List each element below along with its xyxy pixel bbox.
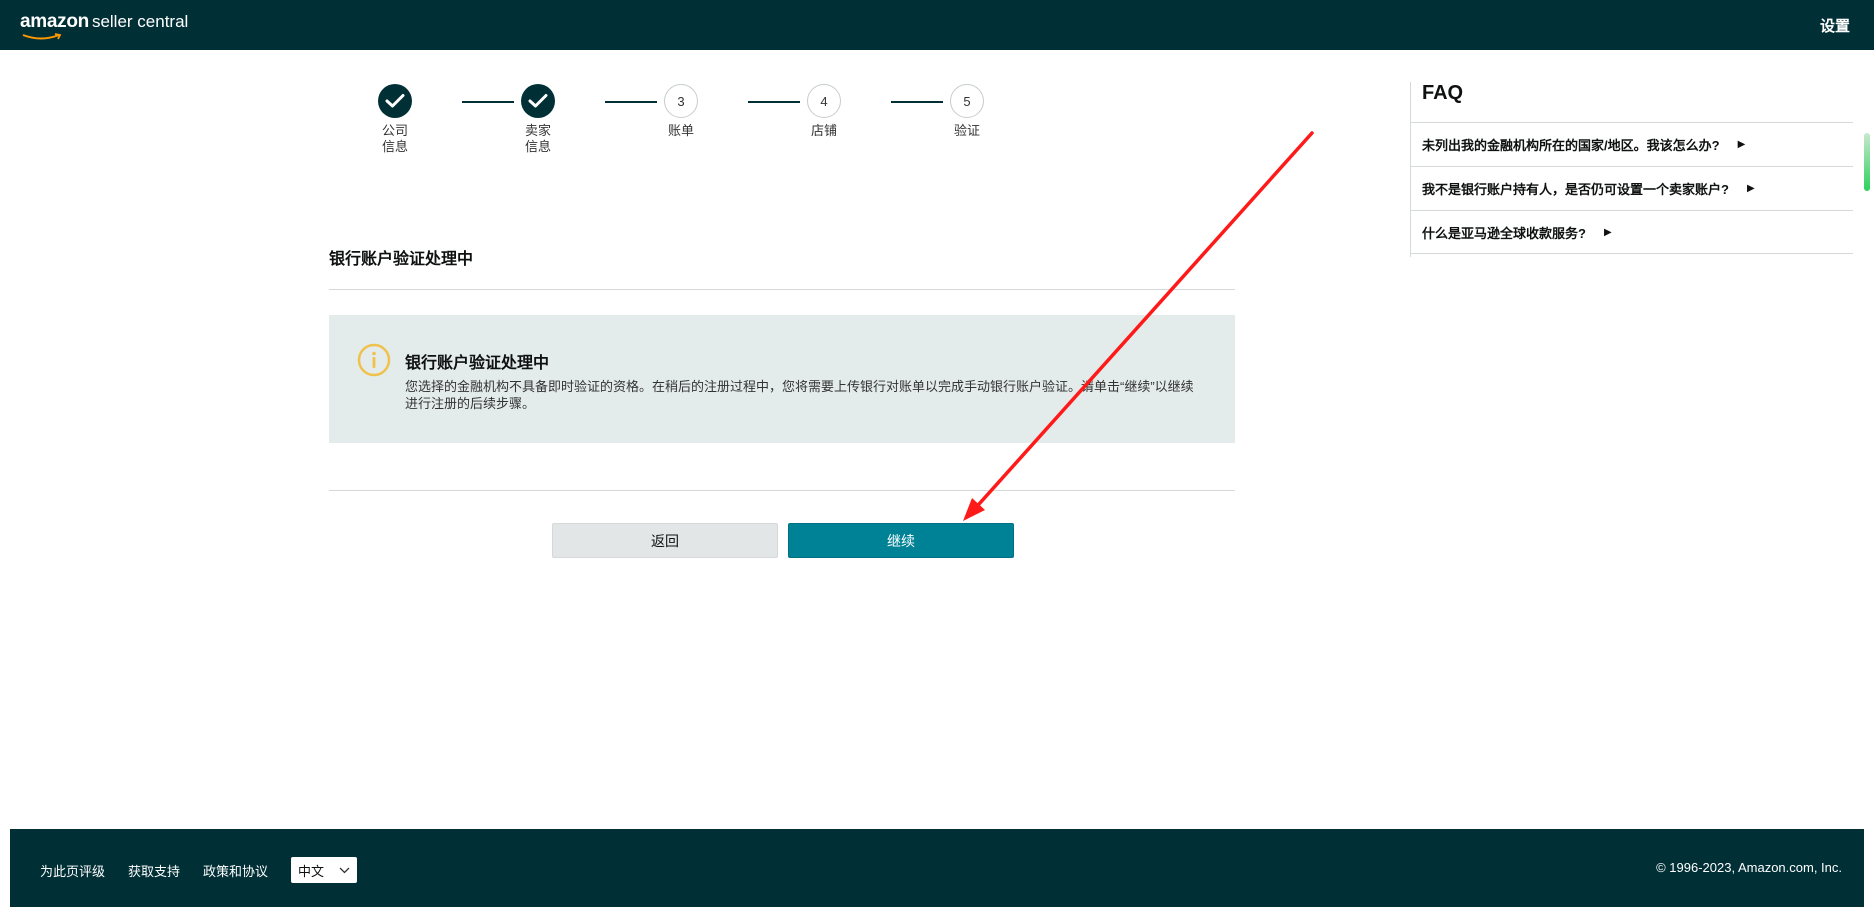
step-number: 5 <box>950 84 984 118</box>
checkmark-icon <box>521 84 555 118</box>
faq-item[interactable]: 我不是银行账户持有人，是否仍可设置一个卖家账户? ▶ <box>1410 166 1853 210</box>
expand-triangle-icon: ▶ <box>1746 183 1755 194</box>
checkmark-icon <box>378 84 412 118</box>
step-label: 卖家信息 <box>524 123 551 154</box>
faq-item[interactable]: 什么是亚马逊全球收款服务? ▶ <box>1410 210 1853 254</box>
step-label: 验证 <box>953 123 980 138</box>
copyright: © 1996-2023, Amazon.com, Inc. <box>1656 860 1842 875</box>
faq-title: FAQ <box>1422 82 1464 104</box>
step-verification: 5 验证 <box>927 84 1007 139</box>
faq-question: 未列出我的金融机构所在的国家/地区。我该怎么办? <box>1422 138 1720 153</box>
alert-title: 银行账户验证处理中 <box>405 355 550 372</box>
expand-triangle-icon: ▶ <box>1603 226 1612 238</box>
amazon-smile-icon <box>22 33 62 40</box>
step-number: 3 <box>664 84 698 118</box>
settings-link[interactable]: 设置 <box>1820 15 1850 36</box>
alert-message: 您选择的金融机构不具备即时验证的资格。在稍后的注册过程中，您将需要上传银行对账单… <box>405 379 1194 411</box>
step-seller-info: 卖家信息 <box>498 84 578 155</box>
info-icon <box>357 343 391 377</box>
rate-page-link[interactable]: 为此页评级 <box>40 861 105 880</box>
faq-item[interactable]: 未列出我的金融机构所在的国家/地区。我该怎么办? ▶ <box>1410 122 1853 166</box>
step-label: 店铺 <box>810 123 837 138</box>
amazon-seller-central-logo[interactable]: amazon seller central <box>20 11 189 40</box>
scrollbar-thumb[interactable] <box>1864 133 1870 191</box>
back-button[interactable]: 返回 <box>552 523 778 558</box>
faq-list: 未列出我的金融机构所在的国家/地区。我该怎么办? ▶ 我不是银行账户持有人，是否… <box>1410 122 1853 254</box>
step-label: 账单 <box>667 123 694 138</box>
divider <box>329 289 1235 290</box>
continue-button[interactable]: 继续 <box>788 523 1014 558</box>
step-store: 4 店铺 <box>784 84 864 139</box>
faq-question: 我不是银行账户持有人，是否仍可设置一个卖家账户? <box>1422 182 1729 197</box>
chevron-down-icon <box>339 867 350 873</box>
page-title: 银行账户验证处理中 <box>329 251 474 268</box>
policies-link[interactable]: 政策和协议 <box>203 861 268 880</box>
faq-question: 什么是亚马逊全球收款服务? <box>1422 225 1586 241</box>
step-billing: 3 账单 <box>641 84 721 139</box>
step-number: 4 <box>807 84 841 118</box>
logo-product: seller central <box>91 12 189 31</box>
footer: 为此页评级 获取支持 政策和协议 中文 © 1996-2023, Amazon.… <box>10 829 1864 907</box>
step-label: 公司信息 <box>381 123 408 154</box>
expand-triangle-icon: ▶ <box>1737 139 1746 150</box>
get-support-link[interactable]: 获取支持 <box>128 861 180 880</box>
registration-stepper: 公司信息 卖家信息 3 账单 4 店铺 5 验证 <box>378 84 1020 164</box>
language-value: 中文 <box>298 863 325 879</box>
divider <box>329 490 1235 491</box>
language-select[interactable]: 中文 <box>291 857 358 883</box>
step-company-info: 公司信息 <box>355 84 435 155</box>
info-alert: 银行账户验证处理中 您选择的金融机构不具备即时验证的资格。在稍后的注册过程中，您… <box>329 315 1235 443</box>
logo-brand: amazon <box>20 11 89 32</box>
top-navigation-bar: amazon seller central 设置 <box>0 0 1874 50</box>
footer-links: 为此页评级 获取支持 政策和协议 中文 <box>40 857 358 883</box>
